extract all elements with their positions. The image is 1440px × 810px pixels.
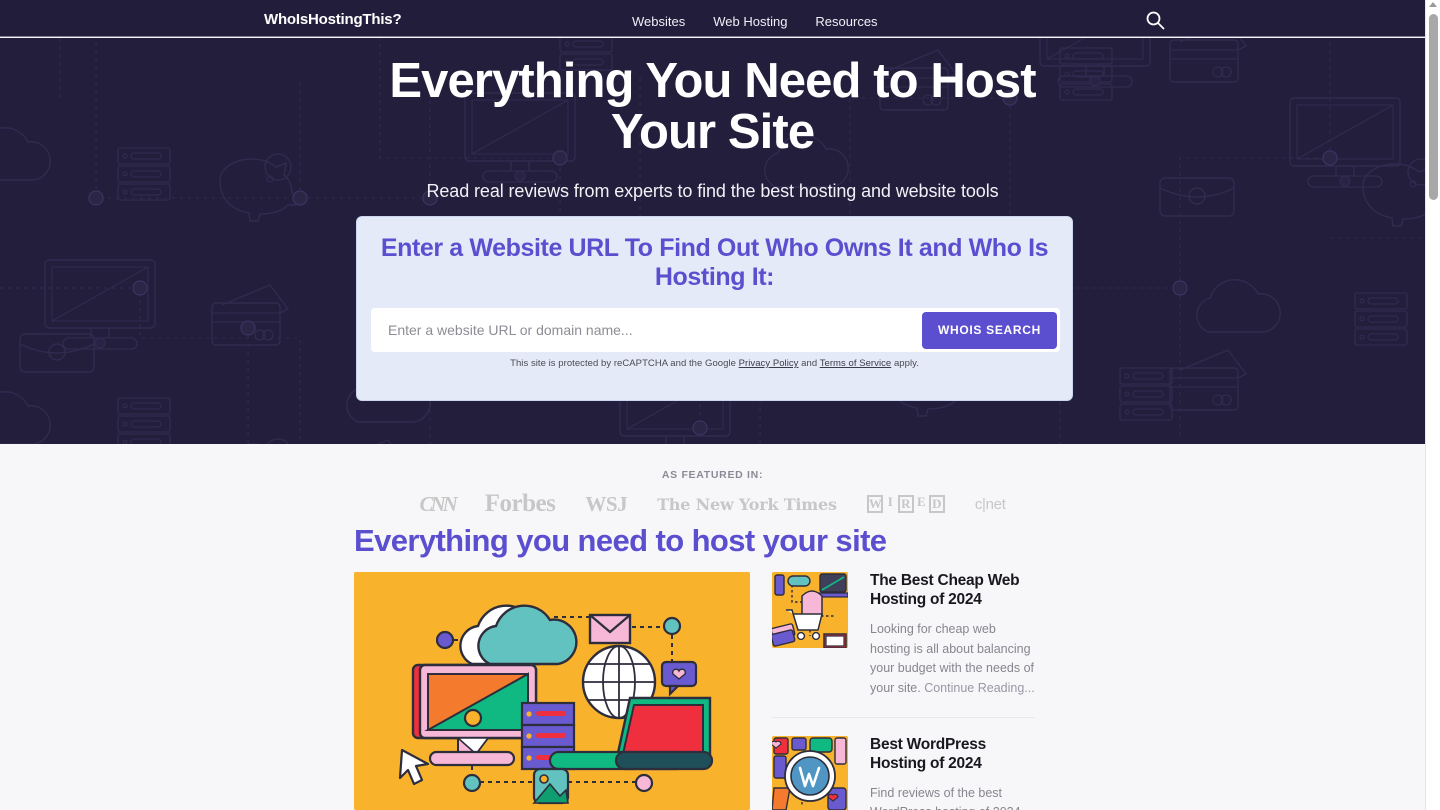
whois-search-button[interactable]: WHOIS SEARCH	[922, 311, 1057, 349]
article-body: Best WordPress Hosting of 2024 Find revi…	[870, 736, 1035, 810]
as-featured-in-label: AS FEATURED IN:	[661, 469, 764, 481]
article-description: Find reviews of the best WordPress hosti…	[870, 785, 1024, 810]
whois-search-form: WHOIS SEARCH	[371, 308, 1060, 352]
article-title[interactable]: The Best Cheap Web Hosting of 2024	[870, 572, 1035, 610]
continue-reading-link[interactable]: Continue Reading...	[924, 681, 1035, 695]
hero-content: Everything You Need to Host Your Site Re…	[0, 38, 1425, 202]
article-item[interactable]: The Best Cheap Web Hosting of 2024 Looki…	[772, 572, 1035, 717]
article-description: Looking for cheap web hosting is all abo…	[870, 620, 1035, 699]
article-item[interactable]: Best WordPress Hosting of 2024 Find revi…	[772, 716, 1035, 810]
forbes-logo: Forbes	[484, 490, 556, 517]
wordpress-illustration	[772, 735, 848, 810]
article-title[interactable]: Best WordPress Hosting of 2024	[870, 736, 1035, 774]
nav-links: Websites Web Hosting Resources	[632, 14, 878, 29]
article-list: The Best Cheap Web Hosting of 2024 Looki…	[772, 572, 1035, 810]
whois-search-input[interactable]	[371, 322, 922, 338]
whois-heading: Enter a Website URL To Find Out Who Owns…	[380, 234, 1049, 291]
web-hosting-illustration	[354, 572, 750, 810]
new-york-times-logo: The New York Times	[657, 494, 837, 514]
recaptcha-middle: and	[798, 358, 820, 369]
page-root: Everything You Need to Host Your Site Re…	[0, 0, 1440, 810]
nav-item-web-hosting[interactable]: Web Hosting	[713, 14, 787, 29]
article-thumbnail	[772, 735, 848, 810]
nav-item-resources[interactable]: Resources	[815, 14, 877, 29]
shopping-cart-illustration	[772, 572, 848, 648]
scroll-up-arrow-icon[interactable]	[1429, 2, 1437, 7]
hero-section: Everything You Need to Host Your Site Re…	[0, 38, 1425, 444]
article-body: The Best Cheap Web Hosting of 2024 Looki…	[870, 572, 1035, 699]
section-title: Everything you need to host your site	[354, 523, 887, 558]
search-icon[interactable]	[1145, 10, 1165, 30]
recaptcha-suffix: apply.	[891, 358, 919, 369]
wired-letter-w: W	[866, 495, 883, 513]
wired-letter-d: D	[928, 495, 945, 513]
press-logo-row: CNN Forbes WSJ The New York Times WIRED …	[0, 490, 1425, 518]
terms-of-service-link[interactable]: Terms of Service	[820, 358, 892, 369]
wsj-logo: WSJ	[585, 491, 628, 516]
recaptcha-notice: This site is protected by reCAPTCHA and …	[357, 358, 1072, 369]
whois-search-card: Enter a Website URL To Find Out Who Owns…	[356, 216, 1073, 401]
cnet-logo: c|net	[974, 495, 1006, 513]
wired-letter-i: I	[887, 494, 893, 509]
privacy-policy-link[interactable]: Privacy Policy	[739, 358, 799, 369]
site-logo[interactable]: WhoIsHostingThis?	[264, 11, 402, 28]
as-featured-in-section: AS FEATURED IN: CNN Forbes WSJ The New Y…	[0, 444, 1425, 518]
scrollbar-thumb[interactable]	[1429, 14, 1438, 200]
article-thumbnail	[772, 572, 848, 648]
wired-logo: WIRED	[866, 494, 945, 513]
wired-letter-e: E	[916, 494, 926, 509]
nav-item-websites[interactable]: Websites	[632, 14, 685, 29]
vertical-scrollbar[interactable]	[1425, 0, 1440, 810]
wired-letter-r: R	[897, 495, 914, 513]
featured-article-image[interactable]	[354, 572, 750, 810]
content-grid: The Best Cheap Web Hosting of 2024 Looki…	[354, 572, 1035, 810]
page-title: Everything You Need to Host Your Site	[389, 54, 1036, 159]
top-navigation-bar: WhoIsHostingThis? Websites Web Hosting R…	[0, 0, 1425, 37]
recaptcha-prefix: This site is protected by reCAPTCHA and …	[510, 358, 739, 369]
hero-subtitle: Read real reviews from experts to find t…	[426, 180, 999, 201]
cnn-logo: CNN	[419, 491, 457, 516]
